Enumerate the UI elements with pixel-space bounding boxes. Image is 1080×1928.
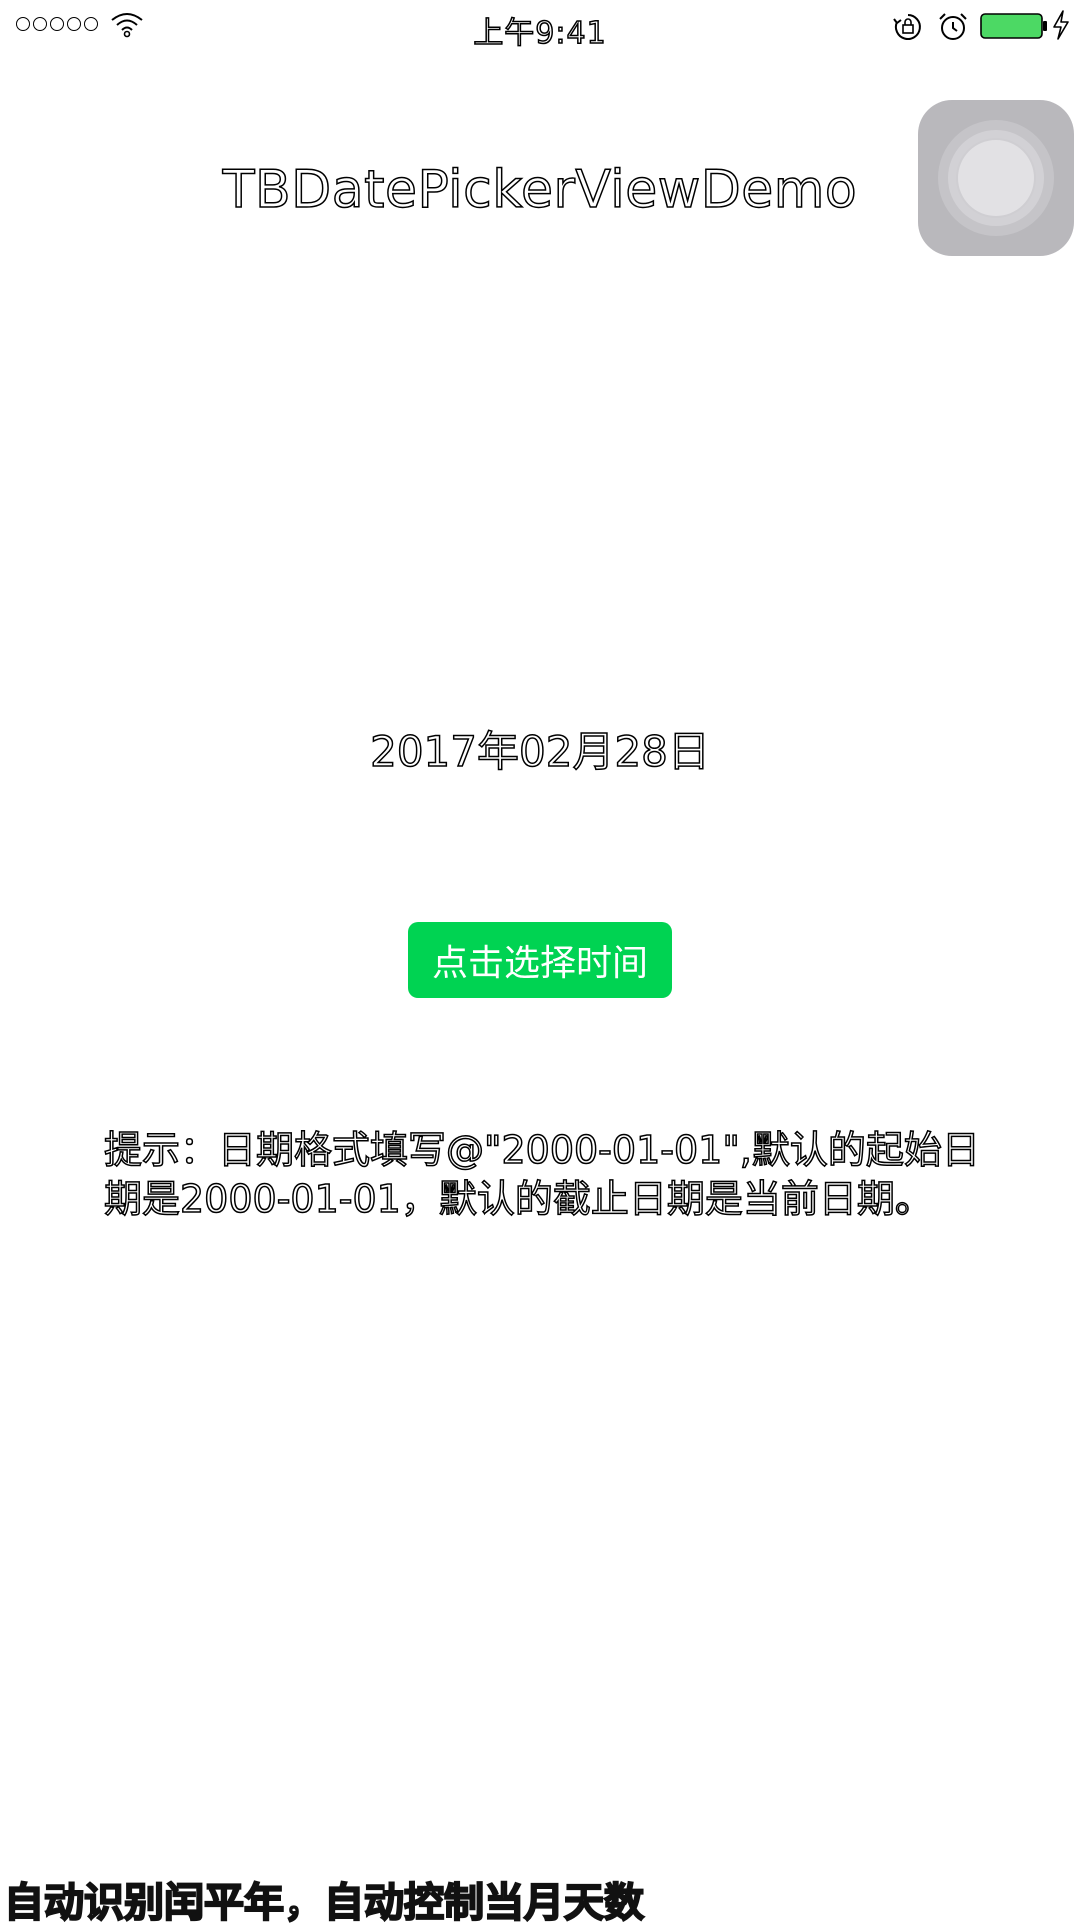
status-bar: 上午9:41	[0, 0, 1080, 54]
alarm-icon	[939, 13, 967, 40]
hint-text: 提示：日期格式填写@"2000-01-01",默认的起始日期是2000-01-0…	[103, 1127, 980, 1222]
assistive-touch-icon	[958, 140, 1034, 216]
assistive-touch-button[interactable]	[918, 100, 1074, 256]
bottom-caption: 自动识别闰平年，自动控制当月天数	[3, 1879, 645, 1927]
pick-time-button[interactable]: 点击选择时间	[408, 922, 672, 998]
selected-date-label: 2017年02月28日	[369, 726, 710, 777]
battery-icon	[980, 13, 1047, 39]
rotation-lock-icon	[893, 14, 921, 40]
charging-icon	[1053, 10, 1069, 40]
